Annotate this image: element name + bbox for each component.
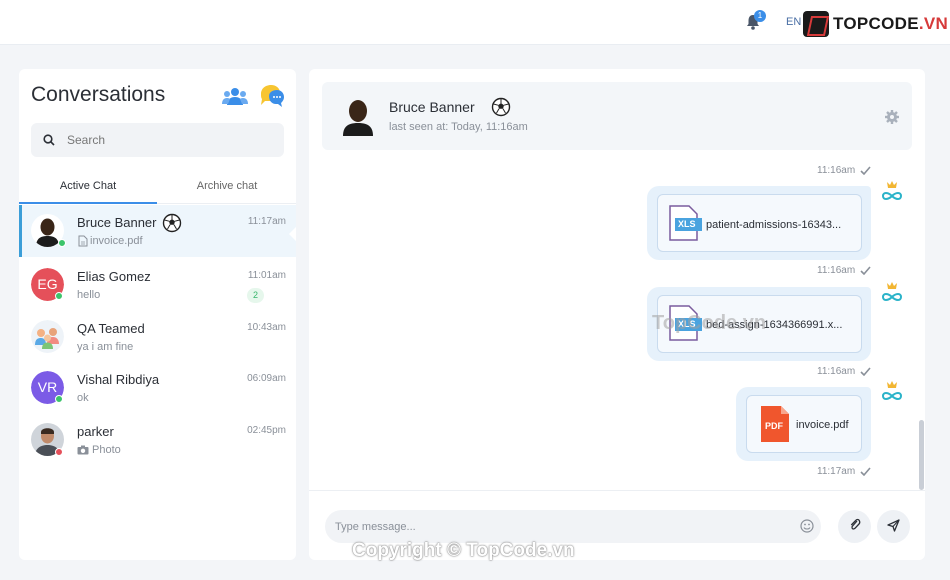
messages-scrollbar[interactable] bbox=[919, 420, 924, 490]
tab-archive-chat[interactable]: Archive chat bbox=[158, 180, 296, 204]
message-time: 11:16am bbox=[817, 165, 856, 176]
last-seen-status: last seen at: Today, 11:16am bbox=[389, 121, 528, 133]
search-box bbox=[31, 123, 284, 157]
check-icon bbox=[860, 367, 871, 376]
send-icon bbox=[887, 518, 900, 532]
crown-infinity-icon bbox=[881, 381, 903, 400]
chat-name: Bruce Banner bbox=[77, 215, 157, 230]
search-input[interactable] bbox=[67, 123, 277, 157]
crown-infinity-icon bbox=[881, 282, 903, 301]
file-type-label: PDF bbox=[765, 421, 783, 431]
crown-infinity-icon bbox=[881, 181, 903, 200]
watermark-footer: Copyright © TopCode.vn bbox=[352, 540, 575, 561]
check-icon bbox=[860, 266, 871, 275]
list-item[interactable]: Bruce Banner invoice.pdf 11:17am bbox=[19, 205, 296, 257]
users-icon[interactable] bbox=[222, 86, 248, 106]
online-status-dot bbox=[55, 395, 63, 403]
search-icon bbox=[43, 134, 55, 146]
new-chat-icon[interactable] bbox=[259, 84, 285, 108]
chat-time: 10:43am bbox=[247, 322, 286, 333]
offline-status-dot bbox=[55, 448, 63, 456]
group-avatar-icon bbox=[31, 320, 64, 353]
tab-active-chat[interactable]: Active Chat bbox=[19, 180, 157, 204]
chat-preview: hello bbox=[77, 289, 101, 301]
watermark-middle: TopCode.vn bbox=[652, 312, 767, 334]
contact-name: Bruce Banner bbox=[389, 99, 475, 115]
emoji-icon[interactable] bbox=[800, 519, 814, 533]
list-item[interactable]: VR Vishal Ribdiya ok 06:09am bbox=[19, 362, 296, 414]
brand-logo: TOPCODE.VN bbox=[803, 11, 948, 37]
message-time: 11:16am bbox=[817, 366, 856, 377]
gear-icon[interactable] bbox=[884, 109, 900, 125]
chat-preview: Photo bbox=[92, 444, 121, 456]
message-time: 11:16am bbox=[817, 265, 856, 276]
chat-tabs: Active Chat Archive chat bbox=[19, 177, 296, 204]
chat-name: Vishal Ribdiya bbox=[77, 372, 160, 387]
contact-avatar[interactable] bbox=[340, 96, 376, 136]
check-icon bbox=[860, 467, 871, 476]
attach-button[interactable] bbox=[838, 510, 871, 543]
logo-suffix: .VN bbox=[918, 14, 949, 33]
notification-badge: 1 bbox=[754, 10, 766, 22]
soccer-ball-icon bbox=[491, 97, 511, 117]
avatar bbox=[31, 320, 64, 353]
chat-preview: ok bbox=[77, 392, 89, 404]
top-bar: 1 EN TOPCODE.VN bbox=[0, 0, 950, 45]
chat-header: Bruce Banner last seen at: Today, 11:16a… bbox=[322, 82, 912, 150]
file-icon bbox=[78, 235, 88, 247]
file-name: patient-admissions-16343... bbox=[706, 219, 842, 231]
unread-badge: 2 bbox=[247, 288, 264, 303]
file-name: invoice.pdf bbox=[796, 419, 849, 431]
message-time: 11:17am bbox=[817, 466, 856, 477]
logo-text: TOPCODE bbox=[833, 14, 919, 33]
message-input[interactable] bbox=[325, 510, 821, 543]
page-title: Conversations bbox=[31, 83, 166, 106]
logo-mark-icon bbox=[803, 11, 829, 37]
paperclip-icon bbox=[850, 518, 860, 530]
chat-name: Elias Gomez bbox=[77, 269, 151, 284]
list-item[interactable]: parker Photo 02:45pm bbox=[19, 414, 296, 466]
conversations-panel: Conversations Active Chat Archive chat bbox=[19, 69, 296, 560]
check-icon bbox=[860, 166, 871, 175]
list-item[interactable]: EG Elias Gomez hello 11:01am 2 bbox=[19, 259, 296, 311]
chat-time: 11:01am bbox=[247, 270, 286, 281]
chat-time: 11:17am bbox=[247, 216, 286, 227]
online-status-dot bbox=[55, 292, 63, 300]
language-selector[interactable]: EN bbox=[786, 16, 801, 28]
chat-name: parker bbox=[77, 424, 114, 439]
chat-preview: invoice.pdf bbox=[90, 235, 143, 247]
chat-time: 06:09am bbox=[247, 373, 286, 384]
online-status-dot bbox=[58, 239, 66, 247]
send-button[interactable] bbox=[877, 510, 910, 543]
camera-icon bbox=[77, 445, 89, 455]
soccer-ball-icon bbox=[162, 213, 182, 233]
list-item[interactable]: QA Teamed ya i am fine 10:43am bbox=[19, 311, 296, 363]
chat-preview: ya i am fine bbox=[77, 341, 134, 353]
file-type-label: XLS bbox=[678, 219, 696, 229]
chat-time: 02:45pm bbox=[247, 425, 286, 436]
chat-name: QA Teamed bbox=[77, 321, 145, 336]
